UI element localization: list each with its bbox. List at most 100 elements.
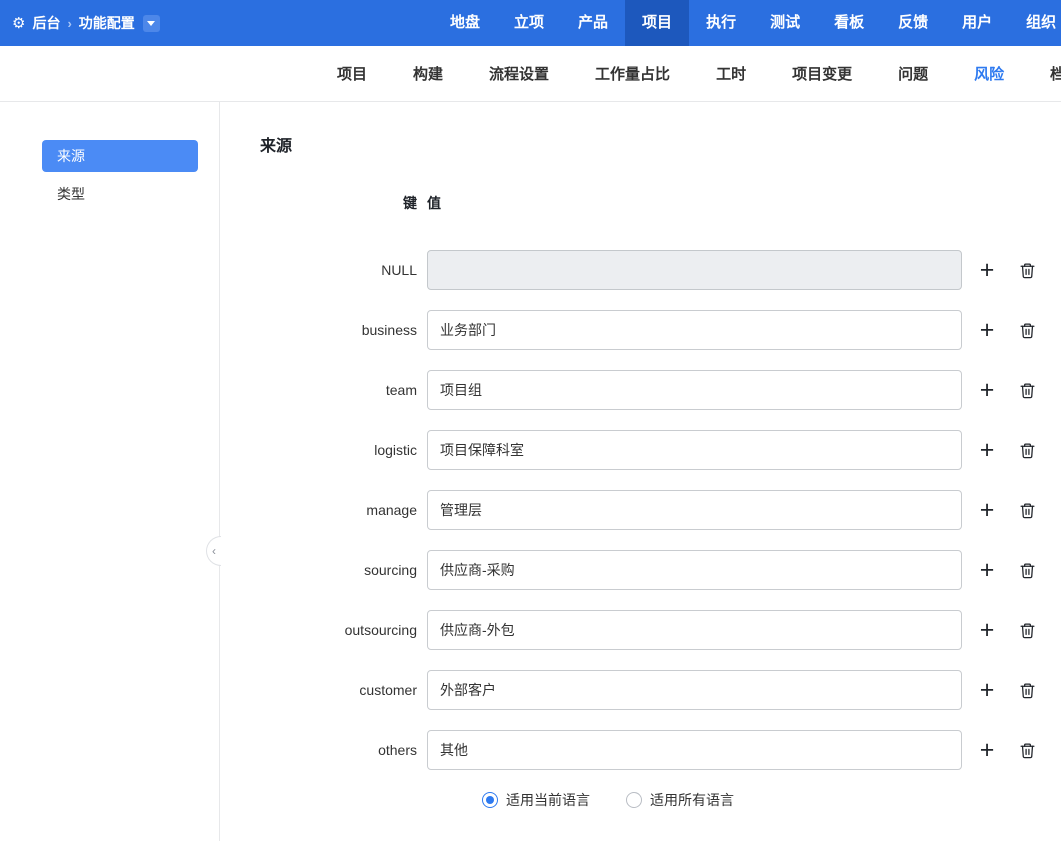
table-row: sourcing + xyxy=(260,550,1061,590)
breadcrumb-admin[interactable]: 后台 xyxy=(32,13,60,33)
table-row: logistic + xyxy=(260,430,1061,470)
top-nav-item-label: 组织 xyxy=(1026,14,1057,31)
value-input[interactable] xyxy=(427,250,962,290)
value-input[interactable] xyxy=(427,550,962,590)
table-row: business + xyxy=(260,310,1061,350)
language-radio-option[interactable]: 适用当前语言 xyxy=(482,790,590,810)
breadcrumb-feature-config[interactable]: 功能配置 xyxy=(79,13,135,33)
row-key-label: logistic xyxy=(374,442,417,458)
add-row-button[interactable]: + xyxy=(980,377,995,403)
add-row-button[interactable]: + xyxy=(980,257,995,283)
kv-rows: NULL + business 业务部门 + team 项目组 + logist… xyxy=(260,250,1061,770)
table-header: 键 值 xyxy=(260,193,1061,213)
delete-row-button[interactable] xyxy=(1019,562,1036,579)
delete-row-button[interactable] xyxy=(1019,322,1036,339)
topbar: ⚙ 后台 › 功能配置 地盘 立项 产品 项目 执行 测试 看板 反馈 用户 组… xyxy=(0,0,1061,46)
top-nav-item-label: 测试 xyxy=(770,14,801,31)
sub-nav-tab[interactable]: 构建 xyxy=(413,63,443,84)
top-nav-item[interactable]: 反馈 xyxy=(881,0,945,46)
trash-icon xyxy=(1019,502,1035,518)
delete-row-button[interactable] xyxy=(1019,382,1036,399)
sub-nav-tab[interactable]: 风险 xyxy=(974,63,1004,84)
sub-nav-tab[interactable]: 问题 xyxy=(898,63,928,84)
top-nav-item-label: 立项 xyxy=(514,14,545,31)
trash-icon xyxy=(1019,382,1035,398)
language-options: 适用当前语言 适用所有语言 xyxy=(260,790,1061,810)
value-input[interactable] xyxy=(427,370,962,410)
row-key-label: team xyxy=(385,382,417,398)
top-nav: 地盘 立项 产品 项目 执行 测试 看板 反馈 用户 组织 xyxy=(433,0,1061,46)
gear-icon[interactable]: ⚙ xyxy=(12,16,25,31)
sidebar-item[interactable]: 来源 xyxy=(42,140,198,172)
radio-option-label: 适用所有语言 xyxy=(650,792,734,808)
top-nav-item[interactable]: 立项 xyxy=(497,0,561,46)
trash-icon xyxy=(1019,262,1035,278)
delete-row-button[interactable] xyxy=(1019,262,1036,279)
breadcrumb-separator-icon: › xyxy=(67,15,72,31)
top-nav-item-label: 产品 xyxy=(578,14,609,31)
sub-nav-tab[interactable]: 项目 xyxy=(337,63,367,84)
trash-icon xyxy=(1019,742,1035,758)
delete-row-button[interactable] xyxy=(1019,442,1036,459)
trash-icon xyxy=(1019,442,1035,458)
value-input[interactable] xyxy=(427,430,962,470)
delete-row-button[interactable] xyxy=(1019,682,1036,699)
row-key-label: customer xyxy=(359,682,417,698)
add-row-button[interactable]: + xyxy=(980,557,995,583)
add-row-button[interactable]: + xyxy=(980,677,995,703)
table-row: manage + xyxy=(260,490,1061,530)
sub-nav-tab-label: 工作量占比 xyxy=(595,66,671,83)
table-row: NULL + xyxy=(260,250,1061,290)
row-key-label: manage xyxy=(366,502,417,518)
value-input[interactable] xyxy=(427,610,962,650)
sub-nav-tab[interactable]: 工时 xyxy=(716,63,746,84)
add-row-button[interactable]: + xyxy=(980,617,995,643)
value-input[interactable] xyxy=(427,670,962,710)
content-area: 来源 类型 ‹ 来源 键 值 NULL + business 业务部门 + te… xyxy=(0,102,1061,841)
delete-row-button[interactable] xyxy=(1019,502,1036,519)
delete-row-button[interactable] xyxy=(1019,742,1036,759)
add-row-button[interactable]: + xyxy=(980,437,995,463)
breadcrumb-dropdown-toggle[interactable] xyxy=(142,14,160,32)
top-nav-item[interactable]: 组织 xyxy=(1009,0,1061,46)
row-key-label: others xyxy=(378,742,417,758)
breadcrumb: ⚙ 后台 › 功能配置 xyxy=(0,0,160,46)
sub-nav-tab[interactable]: 项目变更 xyxy=(792,63,852,84)
table-row: team + xyxy=(260,370,1061,410)
value-input[interactable] xyxy=(427,310,962,350)
sidebar-item-label: 来源 xyxy=(57,148,85,164)
page-title: 来源 xyxy=(260,138,293,155)
row-key-label: NULL xyxy=(381,262,417,278)
value-column-header: 值 xyxy=(427,195,441,211)
sub-nav-tab-label: 问题 xyxy=(898,66,929,83)
sidebar-item[interactable]: 类型 xyxy=(42,178,198,210)
row-key-label: business xyxy=(361,322,417,338)
value-input[interactable] xyxy=(427,490,962,530)
table-row: outsourcing + xyxy=(260,610,1061,650)
trash-icon xyxy=(1019,322,1035,338)
row-key-label: outsourcing xyxy=(344,622,417,638)
sidebar: 来源 类型 xyxy=(0,102,220,841)
sub-nav-tab[interactable]: 流程设置 xyxy=(489,63,549,84)
sub-nav-tab-label: 档案 xyxy=(1050,66,1061,83)
delete-row-button[interactable] xyxy=(1019,622,1036,639)
value-input[interactable] xyxy=(427,730,962,770)
key-column-header: 键 xyxy=(403,195,417,211)
chevron-left-icon: ‹ xyxy=(212,544,216,558)
top-nav-item[interactable]: 测试 xyxy=(753,0,817,46)
top-nav-item-label: 看板 xyxy=(834,14,865,31)
top-nav-item[interactable]: 项目 xyxy=(625,0,690,46)
add-row-button[interactable]: + xyxy=(980,317,995,343)
sub-nav-tab[interactable]: 档案 xyxy=(1050,63,1061,84)
add-row-button[interactable]: + xyxy=(980,737,995,763)
top-nav-item[interactable]: 产品 xyxy=(561,0,625,46)
sub-nav-tab[interactable]: 工作量占比 xyxy=(595,63,670,84)
top-nav-item-label: 地盘 xyxy=(450,14,481,31)
row-key-label: sourcing xyxy=(364,562,417,578)
top-nav-item[interactable]: 执行 xyxy=(689,0,753,46)
add-row-button[interactable]: + xyxy=(980,497,995,523)
top-nav-item[interactable]: 用户 xyxy=(945,0,1009,46)
top-nav-item[interactable]: 地盘 xyxy=(433,0,497,46)
top-nav-item[interactable]: 看板 xyxy=(817,0,881,46)
language-radio-option[interactable]: 适用所有语言 xyxy=(626,790,734,810)
